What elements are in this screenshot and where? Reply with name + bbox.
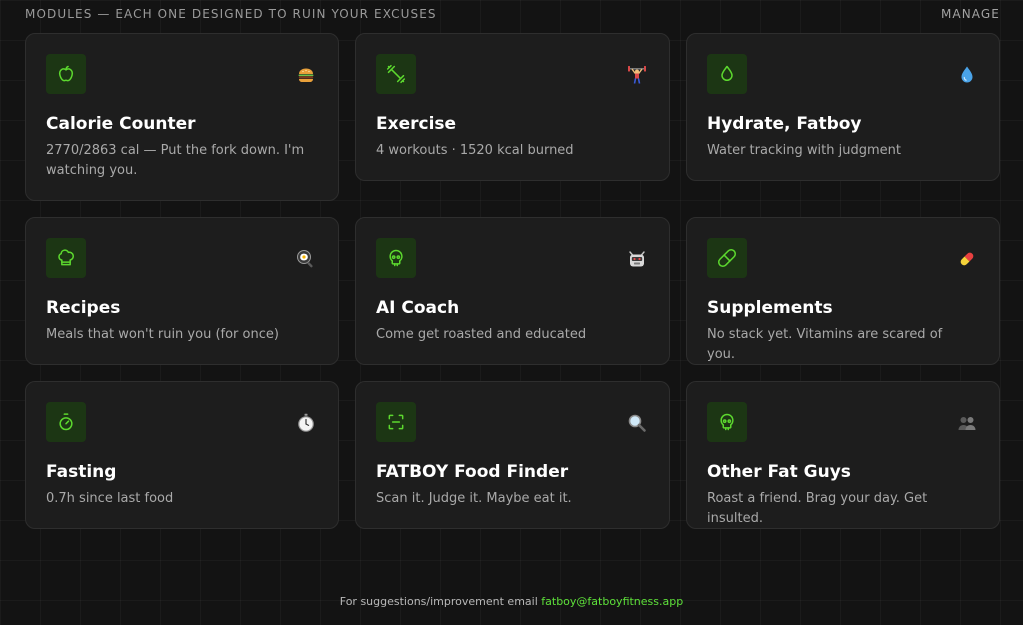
modules-header: MODULES — EACH ONE DESIGNED TO RUIN YOUR… [25, 6, 1000, 22]
module-description: Meals that won't ruin you (for once) [46, 327, 279, 342]
burger-emoji [296, 65, 316, 85]
module-description: 0.7h since last food [46, 491, 174, 506]
module-card-ai-coach[interactable]: AI Coach Come get roasted and educated [355, 217, 670, 365]
magnifier-emoji [627, 413, 647, 433]
weightlifter-emoji [627, 65, 647, 85]
module-title: Exercise [376, 114, 457, 134]
module-card-hydrate[interactable]: Hydrate, Fatboy Water tracking with judg… [686, 33, 1000, 181]
section-title: MODULES — EACH ONE DESIGNED TO RUIN YOUR… [25, 7, 437, 21]
pill-emoji [957, 249, 977, 269]
module-title: Hydrate, Fatboy [707, 114, 862, 134]
droplet-icon [707, 54, 747, 94]
module-card-calorie-counter[interactable]: Calorie Counter 2770/2863 cal — Put the … [25, 33, 339, 201]
scan-icon [376, 402, 416, 442]
dumbbell-icon [376, 54, 416, 94]
module-description: Water tracking with judgment [707, 143, 901, 158]
module-description: Scan it. Judge it. Maybe eat it. [376, 491, 572, 506]
pill-icon [707, 238, 747, 278]
module-card-recipes[interactable]: Recipes Meals that won't ruin you (for o… [25, 217, 339, 365]
module-card-supplements[interactable]: Supplements No stack yet. Vitamins are s… [686, 217, 1000, 365]
frying-pan-emoji [296, 249, 316, 269]
people-emoji [957, 413, 977, 433]
footer: For suggestions/improvement email fatboy… [0, 595, 1023, 608]
module-title: Fasting [46, 462, 117, 482]
robot-emoji [627, 249, 647, 269]
module-title: Supplements [707, 298, 833, 318]
module-title: Other Fat Guys [707, 462, 851, 482]
stopwatch-emoji [296, 413, 316, 433]
module-description: Roast a friend. Brag your day. Get insul… [707, 491, 928, 526]
module-card-exercise[interactable]: Exercise 4 workouts · 1520 kcal burned [355, 33, 670, 181]
timer-icon [46, 402, 86, 442]
module-description: Come get roasted and educated [376, 327, 587, 342]
water-drop-emoji [957, 65, 977, 85]
module-title: Calorie Counter [46, 114, 196, 134]
manage-button[interactable]: MANAGE [941, 7, 1000, 21]
module-card-other-fat-guys[interactable]: Other Fat Guys Roast a friend. Brag your… [686, 381, 1000, 529]
email-link[interactable]: fatboy@fatboyfitness.app [541, 595, 683, 608]
chef-hat-icon [46, 238, 86, 278]
module-card-food-finder[interactable]: FATBOY Food Finder Scan it. Judge it. Ma… [355, 381, 670, 529]
module-title: AI Coach [376, 298, 460, 318]
module-title: Recipes [46, 298, 121, 318]
module-card-fasting[interactable]: Fasting 0.7h since last food [25, 381, 339, 529]
skull-icon [376, 238, 416, 278]
module-description: 4 workouts · 1520 kcal burned [376, 143, 574, 158]
footer-text: For suggestions/improvement email [339, 595, 542, 608]
module-description: 2770/2863 cal — Put the fork down. I'm w… [46, 143, 305, 178]
module-title: FATBOY Food Finder [376, 462, 569, 482]
apple-icon [46, 54, 86, 94]
skull-icon [707, 402, 747, 442]
module-description: No stack yet. Vitamins are scared of you… [707, 327, 943, 362]
